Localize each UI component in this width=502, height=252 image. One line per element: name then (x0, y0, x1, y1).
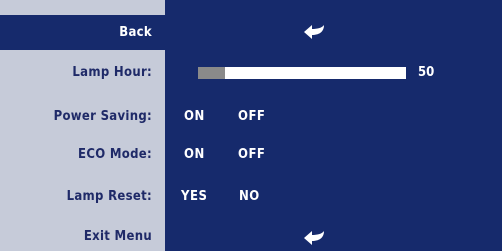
lamp-hour-bar-fill (198, 67, 225, 79)
projector-osd-menu: Back Lamp Hour: 50 Power Saving: ON OFF … (0, 0, 502, 251)
return-arrow-icon[interactable] (303, 24, 325, 40)
eco-mode-label: ECO Mode: (78, 147, 152, 162)
exit-menu-row[interactable]: Exit Menu (0, 222, 502, 252)
back-row[interactable]: Back (0, 15, 502, 50)
lamp-hour-row: Lamp Hour: 50 (0, 58, 502, 88)
lamp-hour-label: Lamp Hour: (72, 65, 152, 80)
lamp-reset-row: Lamp Reset: YES NO (0, 182, 502, 212)
eco-mode-off-option[interactable]: OFF (238, 140, 265, 170)
power-saving-row: Power Saving: ON OFF (0, 102, 502, 132)
power-saving-off-option[interactable]: OFF (238, 102, 265, 132)
lamp-reset-yes-option[interactable]: YES (181, 182, 207, 212)
exit-return-arrow-icon[interactable] (303, 230, 325, 246)
lamp-reset-label: Lamp Reset: (66, 189, 152, 204)
lamp-hour-bar (198, 67, 406, 79)
eco-mode-row: ECO Mode: ON OFF (0, 140, 502, 170)
power-saving-label: Power Saving: (53, 109, 152, 124)
lamp-reset-no-option[interactable]: NO (239, 182, 260, 212)
back-label: Back (119, 25, 152, 40)
lamp-hour-value: 50 (418, 65, 435, 80)
power-saving-on-option[interactable]: ON (184, 102, 205, 132)
eco-mode-on-option[interactable]: ON (184, 140, 205, 170)
exit-menu-label: Exit Menu (83, 229, 152, 244)
